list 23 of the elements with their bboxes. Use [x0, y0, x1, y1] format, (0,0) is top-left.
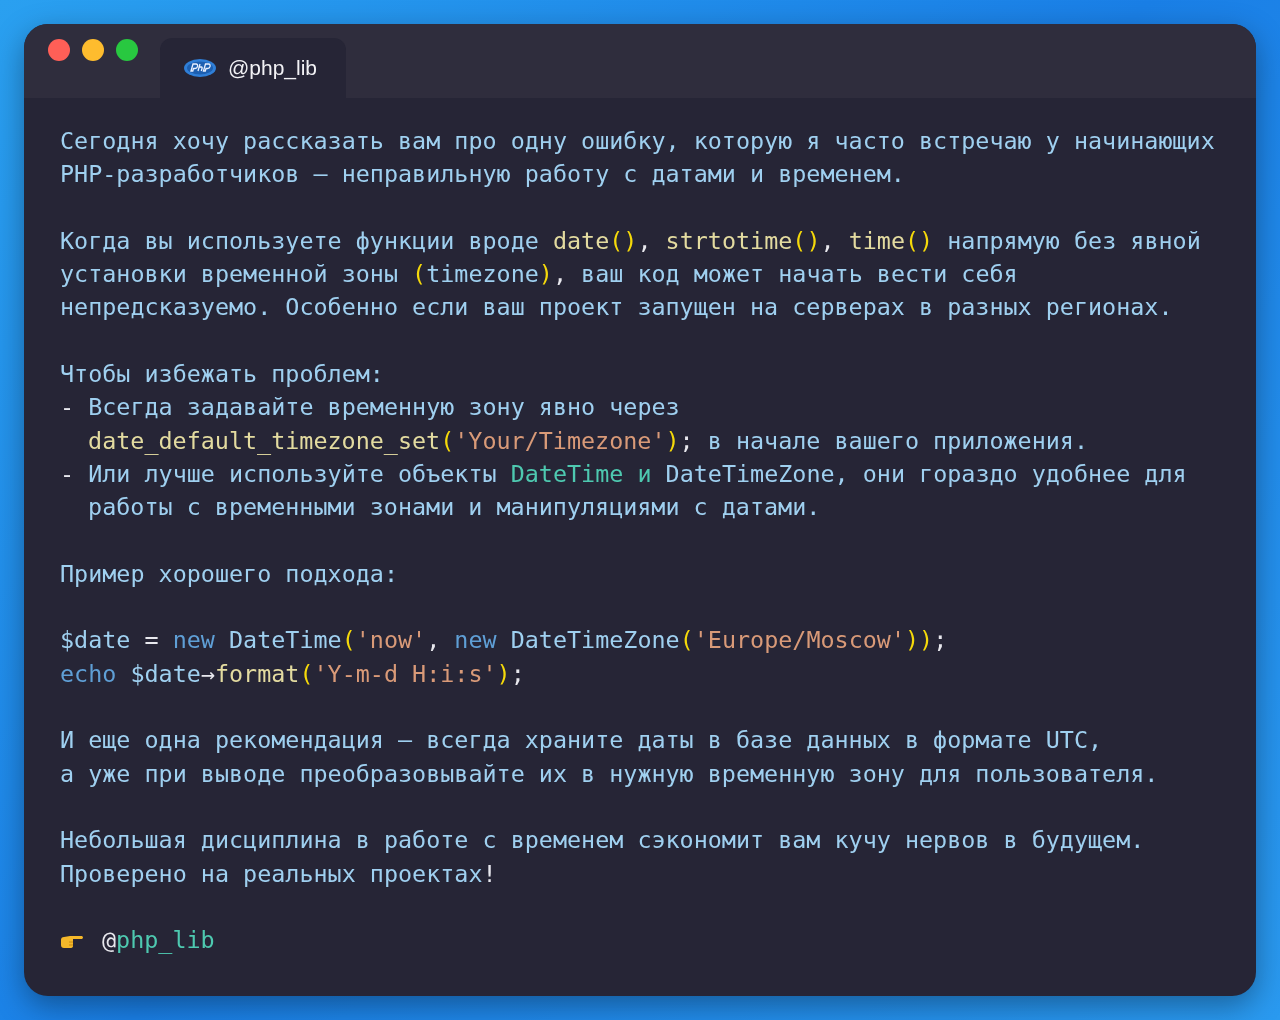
- text-line: установки временной зоны (timezone), ваш код может начать вести себя: [60, 259, 1019, 291]
- close-button[interactable]: [48, 39, 70, 61]
- minimize-button[interactable]: [82, 39, 104, 61]
- text-line: Пример хорошего подхода:: [60, 558, 399, 590]
- php-logo-icon: [184, 59, 216, 77]
- text-line: Когда вы используете функции вроде date(), strtotime(), time() напрямую без явной: [60, 225, 1202, 257]
- text-line: непредсказуемо. Особенно если ваш проект запущен на серверах в разных регионах.: [60, 292, 1174, 324]
- text-line: Небольшая дисциплина в работе с временем сэкономит вам кучу нервов в будущем.: [60, 825, 1146, 857]
- text-line: а уже при выводе преобразовывайте их в нужную временную зону для пользователя.: [60, 758, 1160, 790]
- text-line: работы с временными зонами и манипуляциями с датами.: [87, 492, 822, 524]
- text-line: Сегодня хочу рассказать вам про одну ошибку, которую я часто встречаю у начинающих: [60, 126, 1216, 157]
- code-line: $date = new DateTime('now', new DateTimeZone('Europe/Moscow'));: [60, 625, 949, 657]
- channel-handle: @php_lib: [102, 925, 215, 957]
- code-line: echo $date→format('Y-m-d H:i:s');: [60, 658, 526, 690]
- zoom-button[interactable]: [116, 39, 138, 61]
- tab[interactable]: @php_lib: [160, 38, 346, 98]
- text-line: Чтобы избежать проблем:: [60, 359, 385, 391]
- text-line: И еще одна рекомендация — всегда храните даты в базе данных в формате UTC,: [60, 725, 1104, 757]
- text-line: date_default_timezone_set('Your/Timezone'); в начале вашего приложения.: [87, 425, 1089, 457]
- text-line: Проверено на реальных проектах!: [60, 858, 498, 890]
- text-line: PHP-разработчиков — неправильную работу с датами и временем.: [60, 159, 906, 191]
- text-line: - Или лучше используйте объекты DateTime и DateTimeZone, они гораздо удобнее для: [60, 458, 1188, 490]
- text-line: - Всегда задавайте временную зону явно через: [60, 392, 681, 424]
